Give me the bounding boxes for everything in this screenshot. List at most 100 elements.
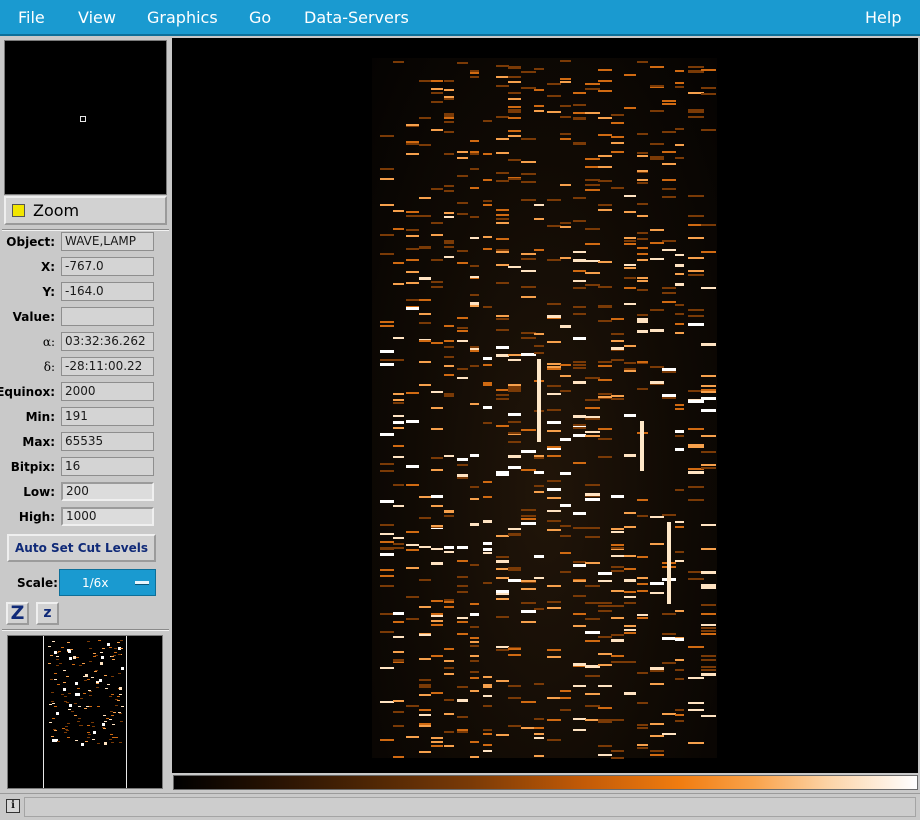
emission-line — [380, 168, 394, 170]
pan-thumbnail-line — [93, 731, 96, 734]
emission-line — [637, 133, 648, 135]
emission-line — [483, 676, 492, 678]
pan-thumbnail-line — [114, 648, 117, 649]
emission-line — [534, 485, 544, 487]
emission-line — [662, 301, 676, 303]
pan-thumbnail-line — [97, 743, 100, 744]
emission-line — [419, 144, 431, 146]
emission-line — [547, 607, 561, 609]
emission-line — [508, 725, 521, 727]
emission-line — [470, 564, 479, 566]
emission-line — [470, 454, 479, 457]
emission-line — [419, 686, 431, 688]
image-display[interactable] — [172, 38, 918, 773]
pan-thumbnail-line — [75, 740, 78, 741]
emission-line — [624, 211, 636, 213]
menu-help[interactable]: Help — [865, 8, 901, 27]
emission-line — [701, 624, 716, 626]
spectrum-image — [372, 58, 717, 759]
emission-line — [483, 357, 492, 360]
pan-thumbnail-line — [117, 700, 120, 701]
menu-graphics[interactable]: Graphics — [147, 8, 218, 27]
emission-line — [483, 552, 492, 554]
pan-thumbnail-line — [100, 652, 103, 653]
pan-thumbnail-line — [64, 732, 67, 733]
emission-line — [611, 359, 624, 361]
menu-data-servers[interactable]: Data-Servers — [304, 8, 409, 27]
emission-line — [431, 92, 443, 94]
emission-line — [393, 283, 404, 285]
emission-line — [675, 430, 684, 433]
emission-line — [431, 741, 443, 743]
menu-go[interactable]: Go — [249, 8, 271, 27]
emission-line — [637, 247, 648, 249]
zoom-toggle-button[interactable]: Zoom — [4, 196, 167, 225]
pan-thumbnail-line — [49, 722, 52, 723]
status-bar: i — [0, 793, 920, 820]
emission-line — [662, 179, 676, 181]
pan-thumbnail-line — [66, 676, 69, 677]
emission-line — [470, 603, 479, 605]
alpha-label: α: — [42, 335, 55, 349]
emission-line — [393, 636, 404, 638]
emission-line — [701, 391, 716, 393]
emission-line — [701, 251, 716, 253]
auto-set-cut-levels-button[interactable]: Auto Set Cut Levels — [7, 534, 156, 562]
emission-line — [380, 585, 394, 587]
menu-view[interactable]: View — [78, 8, 116, 27]
pan-thumbnail-line — [78, 706, 81, 707]
emission-line — [637, 215, 648, 217]
emission-line — [444, 599, 454, 601]
emission-line — [534, 204, 544, 206]
emission-line — [611, 661, 624, 663]
pan-thumbnail-line — [75, 682, 78, 685]
emission-line — [508, 579, 521, 582]
menu-data-servers-label: Data-Servers — [304, 8, 409, 27]
emission-line — [534, 608, 544, 610]
emission-line — [547, 368, 561, 370]
emission-line — [560, 184, 571, 186]
emission-line — [560, 472, 571, 475]
y-field: -164.0 — [61, 282, 154, 301]
emission-line — [675, 551, 684, 553]
continuum-streak — [640, 421, 644, 471]
emission-line — [637, 556, 648, 558]
emission-line — [508, 266, 521, 268]
zoom-out-button[interactable]: z — [36, 602, 59, 625]
emission-line — [470, 365, 479, 367]
low-input[interactable]: 200 — [61, 482, 154, 501]
emission-line — [444, 216, 454, 218]
emission-line — [406, 549, 419, 551]
emission-line — [508, 390, 521, 392]
delta-field: -28:11:00.22 — [61, 357, 154, 376]
scale-select[interactable]: 1/6x — [59, 569, 156, 596]
emission-line — [547, 385, 561, 387]
emission-line — [701, 385, 716, 387]
emission-line — [611, 590, 624, 592]
info-row-low: Low: 200 — [0, 482, 171, 502]
emission-line — [457, 699, 468, 702]
pan-thumbnail-line — [104, 675, 107, 676]
emission-line — [457, 157, 468, 159]
pan-thumbnail-line — [115, 737, 118, 738]
high-input[interactable]: 1000 — [61, 507, 154, 526]
pan-thumbnail-line — [54, 706, 57, 707]
emission-line — [444, 365, 454, 367]
zoom-window[interactable] — [4, 40, 167, 195]
emission-line — [534, 455, 544, 457]
emission-line — [598, 396, 612, 398]
emission-line — [470, 756, 479, 758]
emission-line — [547, 510, 561, 512]
emission-line — [483, 750, 492, 752]
emission-line — [483, 200, 492, 202]
emission-line — [457, 477, 468, 479]
pan-window[interactable] — [7, 635, 163, 789]
emission-line — [560, 105, 571, 107]
menu-file-label: File — [18, 8, 45, 27]
emission-line — [662, 151, 676, 153]
zoom-in-button[interactable]: Z — [6, 602, 29, 625]
pan-thumbnail-line — [51, 736, 54, 737]
emission-line — [508, 109, 521, 111]
emission-line — [547, 393, 561, 395]
menu-file[interactable]: File — [18, 8, 45, 27]
